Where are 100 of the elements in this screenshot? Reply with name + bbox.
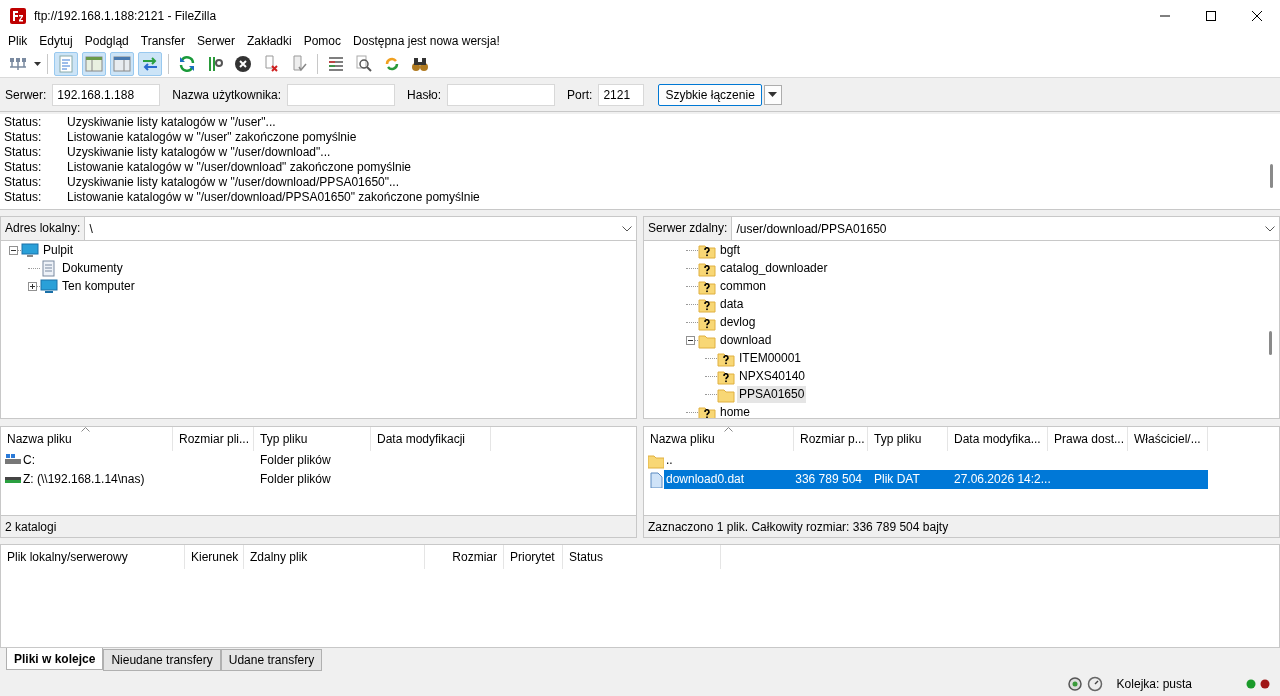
column-header[interactable]: Rozmiar p... (794, 427, 868, 451)
log-label: Status: (4, 145, 43, 160)
menu-item[interactable]: Pomoc (297, 32, 348, 50)
log-label: Status: (4, 115, 43, 130)
menu-item[interactable]: Podgląd (78, 32, 135, 50)
column-header[interactable]: Data modyfika... (948, 427, 1048, 451)
tree-item[interactable]: catalog_downloader (718, 259, 830, 277)
log-label: Status: (4, 160, 43, 175)
sort-indicator-icon (81, 427, 90, 432)
status-text: Zaznaczono 1 plik. Całkowity rozmiar: 336 789 504 bajty (643, 516, 1280, 538)
field-label: Port: (567, 86, 593, 104)
log-message: Uzyskiwanie listy katalogów w "/user/download"... (67, 145, 331, 160)
expander-icon[interactable] (686, 335, 695, 345)
input-field[interactable]: 192.168.1.188 (52, 83, 161, 106)
maximize-icon[interactable] (1206, 11, 1216, 21)
tab[interactable]: Udane transfery (220, 649, 323, 671)
document-check-icon[interactable] (290, 54, 308, 73)
status-light-icon (1260, 679, 1270, 689)
log-label: Status: (4, 175, 43, 190)
table-cell: Folder plików (260, 453, 331, 467)
tree-item[interactable]: common (718, 277, 768, 295)
tree-item[interactable]: download (718, 331, 774, 349)
column-header[interactable]: Właściciel/... (1128, 427, 1208, 451)
table-cell: 336 789 504 (795, 472, 862, 486)
tree-item[interactable]: PPSA01650 (737, 385, 807, 403)
table-cell: Plik DAT (874, 472, 920, 486)
expander-icon[interactable] (28, 281, 37, 291)
filter-list-icon[interactable] (327, 54, 345, 73)
gauge-icon (1086, 676, 1103, 692)
scrollbar-thumb[interactable] (1270, 164, 1273, 188)
input-field[interactable] (447, 83, 556, 106)
expander-icon[interactable] (9, 245, 18, 255)
panel-view-icon[interactable] (85, 54, 103, 73)
menu-item[interactable]: Zakładki (241, 32, 298, 50)
window-title: ftp://192.168.1.188:2121 - FileZilla (34, 8, 217, 25)
tree-item[interactable]: bgft (718, 241, 742, 259)
table-cell: 27.06.2026 14:2... (954, 472, 1051, 486)
tree-item[interactable]: Ten komputer (60, 277, 137, 295)
tree-item[interactable]: Pulpit (41, 241, 76, 259)
menu-item[interactable]: Edytuj (33, 32, 79, 50)
tab[interactable]: Nieudane transfery (103, 649, 221, 671)
column-header[interactable]: Data modyfikacji (371, 427, 491, 451)
input-field[interactable] (287, 83, 396, 106)
caret-icon[interactable] (34, 61, 41, 66)
transfer-arrows-icon[interactable] (141, 54, 159, 73)
log-message: Listowanie katalogów w "/user/download/PPSA01650" zakończone pomyślnie (67, 190, 480, 205)
monitor-icon (21, 241, 39, 259)
document-icon (40, 259, 58, 277)
log-message: Listowanie katalogów w "/user" zakończone pomyślnie (67, 130, 357, 145)
table-cell: Folder plików (260, 472, 331, 486)
quickconnect-button[interactable]: Szybkie łączenie (658, 83, 762, 106)
dropdown-button[interactable] (763, 84, 782, 105)
log-label: Status: (4, 190, 43, 205)
column-header[interactable]: Typ pliku (254, 427, 371, 451)
tree-item[interactable]: ITEM00001 (737, 349, 804, 367)
tree-item[interactable]: home (718, 403, 753, 418)
menu-item[interactable]: Plik (2, 32, 34, 50)
field-label: Hasło: (407, 86, 442, 104)
panel-view-icon[interactable] (113, 54, 131, 73)
menu-item[interactable]: Transfer (134, 32, 191, 50)
column-header[interactable]: Priorytet (504, 545, 563, 569)
menu-item[interactable]: Dostępna jest nowa wersja! (347, 32, 506, 50)
column-header[interactable]: Zdalny plik (244, 545, 425, 569)
scrollbar-thumb[interactable] (1269, 331, 1272, 355)
column-header[interactable]: Kierunek (185, 545, 244, 569)
column-header[interactable]: Status (563, 545, 721, 569)
tree-item[interactable]: devlog (718, 313, 758, 331)
file-name[interactable]: Z: (\\192.168.1.14\nas) (23, 472, 145, 486)
tree-item[interactable]: Dokumenty (60, 259, 125, 277)
menu-item[interactable]: Serwer (191, 32, 241, 50)
monitor-icon (40, 277, 58, 295)
input-field[interactable]: 2121 (598, 83, 645, 106)
cancel-icon[interactable] (234, 54, 252, 73)
sort-indicator-icon (724, 427, 733, 432)
column-header[interactable]: Rozmiar (425, 545, 504, 569)
close-icon[interactable] (1252, 11, 1262, 21)
column-header[interactable]: Typ pliku (868, 427, 948, 451)
log-message: Uzyskiwanie listy katalogów w "/user/download/PPSA01650"... (67, 175, 399, 190)
column-header[interactable]: Nazwa pliku (1, 427, 173, 451)
status-text: 2 katalogi (0, 516, 637, 538)
file-name[interactable]: C: (23, 453, 35, 467)
search-icon[interactable] (355, 54, 373, 73)
document-x-icon[interactable] (262, 54, 280, 73)
file-name[interactable]: .. (666, 453, 673, 467)
column-header[interactable]: Nazwa pliku (644, 427, 794, 451)
refresh-icon[interactable] (178, 54, 196, 73)
column-header[interactable]: Rozmiar pli... (173, 427, 254, 451)
column-header[interactable]: Prawa dost... (1048, 427, 1128, 451)
status-light-icon (1246, 679, 1256, 689)
column-header[interactable]: Plik lokalny/serwerowy (1, 545, 185, 569)
log-message: Uzyskiwanie listy katalogów w "/user"... (67, 115, 276, 130)
file-name[interactable]: download0.dat (666, 472, 745, 486)
app-logo-icon (10, 8, 26, 24)
tree-item[interactable]: NPXS40140 (737, 367, 808, 385)
caret-icon (768, 92, 778, 97)
log-message: Listowanie katalogów w "/user/download" zakończone pomyślnie (67, 160, 412, 175)
tab[interactable]: Pliki w kolejce (6, 648, 104, 670)
queue-status: Kolejka: pusta (1116, 676, 1192, 693)
folder-icon (648, 452, 664, 469)
tree-item[interactable]: data (718, 295, 746, 313)
